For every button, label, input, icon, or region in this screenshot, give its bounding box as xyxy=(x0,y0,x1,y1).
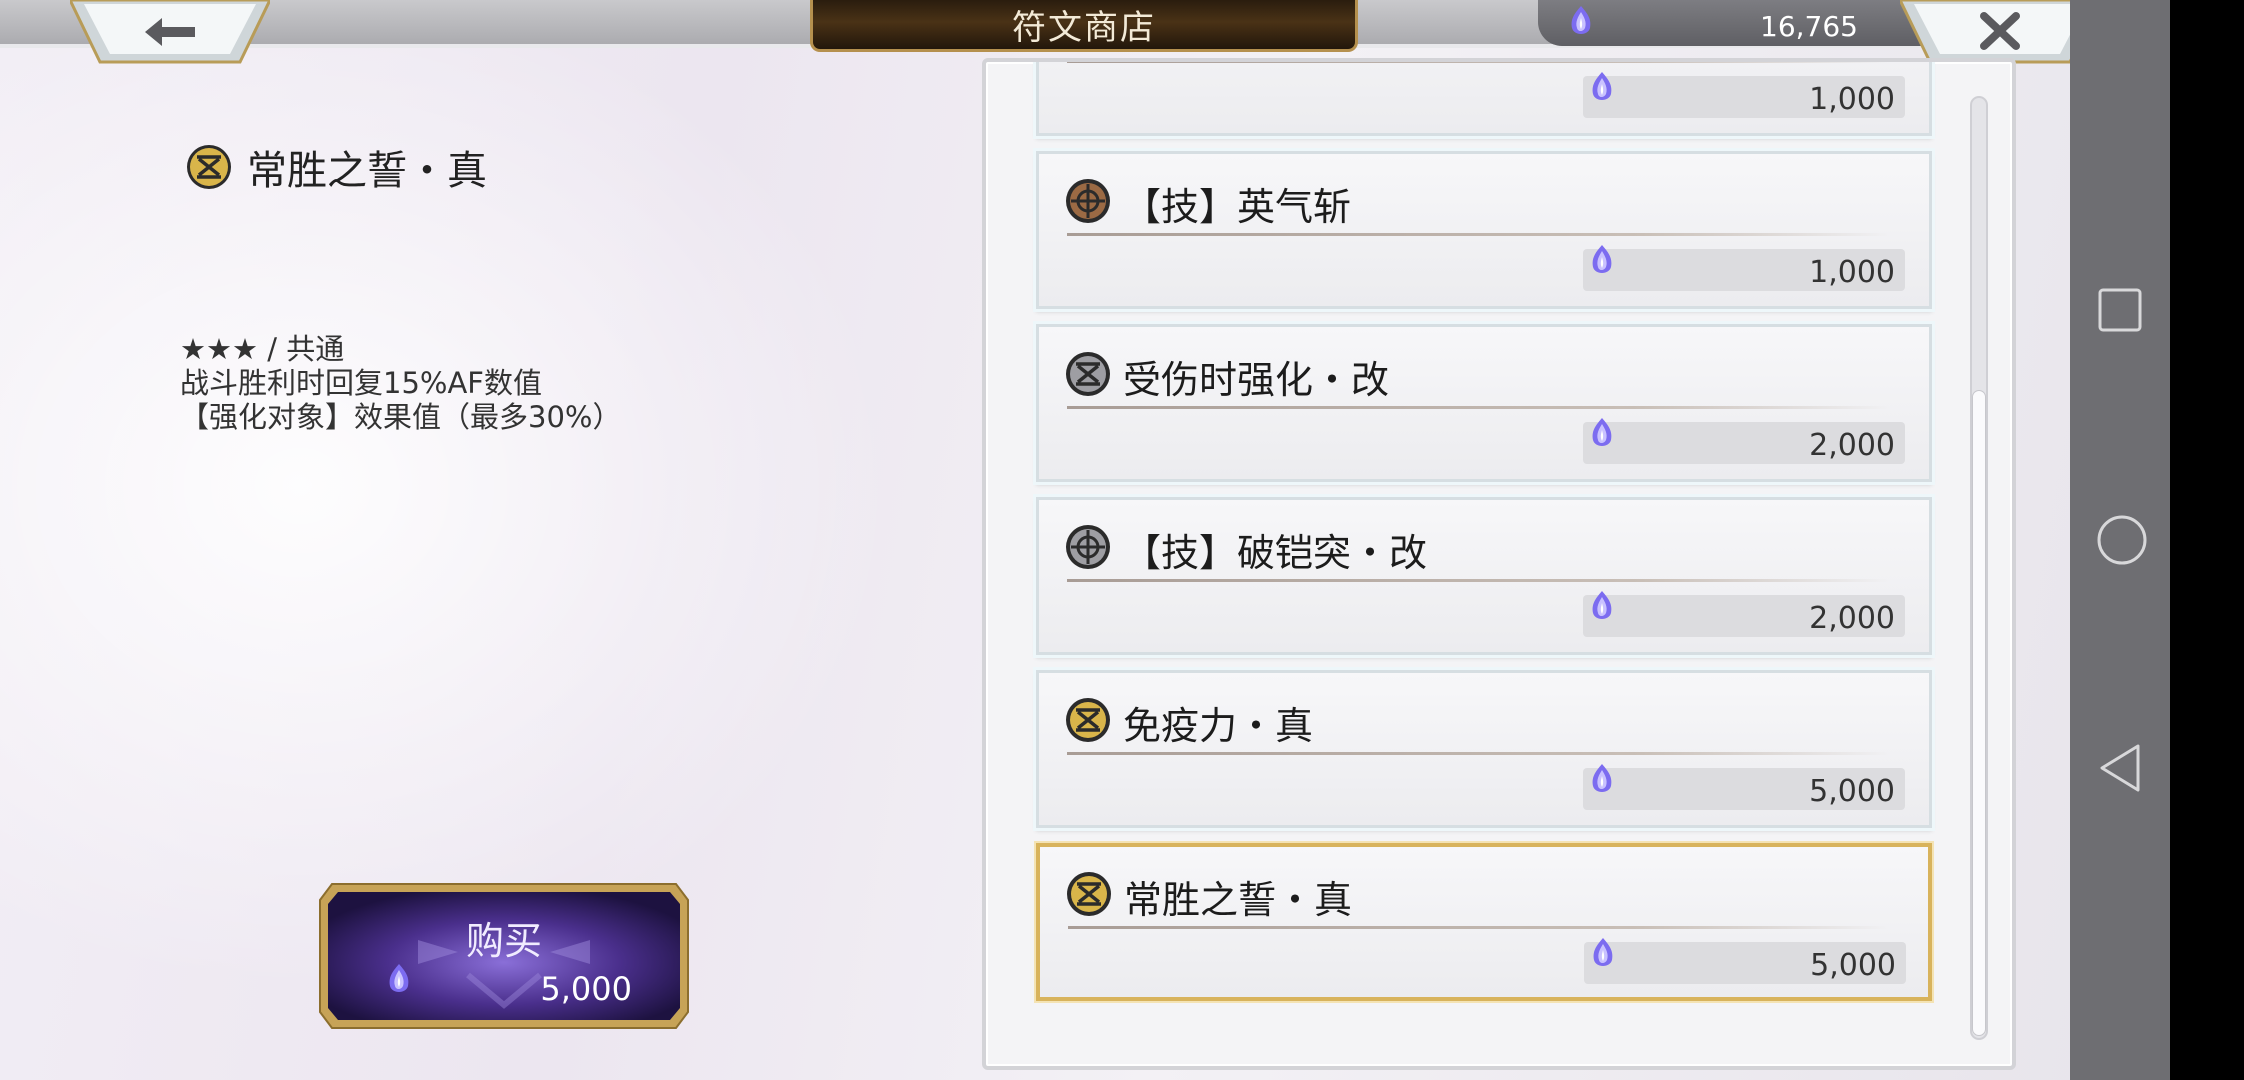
shop-item[interactable]: 【技】英气斩 1,000 xyxy=(1036,151,1932,309)
divider xyxy=(1067,233,1889,236)
currency-amount: 16,765 xyxy=(1760,10,1858,43)
crystal-icon xyxy=(1593,938,1613,966)
detail-title: 常胜之誓・真 xyxy=(185,138,487,196)
shop-item-name: 常胜之誓・真 xyxy=(1124,878,1353,922)
shop-item-price: 2,000 xyxy=(1583,418,1905,464)
shop-item-price: 2,000 xyxy=(1583,591,1905,637)
shop-item-price-value: 2,000 xyxy=(1809,428,1895,463)
shop-item[interactable]: 受伤时强化・改 2,000 xyxy=(1036,324,1932,482)
shop-item-price-value: 1,000 xyxy=(1809,255,1895,290)
crystal-icon xyxy=(1571,6,1591,34)
screen-edge xyxy=(2170,0,2244,1080)
system-nav-bar xyxy=(2070,0,2170,1080)
shop-item[interactable]: 1,000 xyxy=(1036,62,1932,136)
shop-item-price-value: 5,000 xyxy=(1809,774,1895,809)
rune-silver-icon xyxy=(1066,352,1110,396)
currency-display: 16,765 xyxy=(1538,0,1958,46)
divider xyxy=(1067,579,1889,582)
shop-item-price-value: 1,000 xyxy=(1809,82,1895,117)
shop-item-price: 1,000 xyxy=(1583,72,1905,118)
detail-description: ★★★ / 共通 战斗胜利时回复15%AF数值 【强化对象】效果值（最多30%） xyxy=(180,332,621,434)
crystal-icon xyxy=(1592,72,1612,100)
arrow-left-icon xyxy=(70,0,270,64)
detail-title-text: 常胜之誓・真 xyxy=(247,148,487,194)
rune-gold-icon xyxy=(1066,698,1110,742)
divider xyxy=(1067,406,1889,409)
page-title-text: 符文商店 xyxy=(1012,8,1156,48)
shop-item[interactable]: 免疫力・真 5,000 xyxy=(1036,670,1932,828)
rune-gold-icon xyxy=(1067,872,1111,916)
recent-apps-icon[interactable] xyxy=(2096,286,2144,334)
shop-item-price-value: 2,000 xyxy=(1809,601,1895,636)
shop-item[interactable]: 【技】破铠突・改 2,000 xyxy=(1036,497,1932,655)
divider xyxy=(1068,926,1888,929)
crystal-icon xyxy=(1592,245,1612,273)
shop-item-selected[interactable]: 常胜之誓・真 5,000 xyxy=(1036,843,1932,1001)
crystal-icon xyxy=(1592,764,1612,792)
shop-item-name: 免疫力・真 xyxy=(1123,704,1314,748)
rune-silver-icon xyxy=(1066,525,1110,569)
home-icon[interactable] xyxy=(2096,514,2148,566)
rune-bronze-icon xyxy=(1066,179,1110,223)
back-nav-icon[interactable] xyxy=(2096,742,2144,794)
shop-item-price: 1,000 xyxy=(1583,245,1905,291)
buy-button-price: 5,000 xyxy=(540,970,632,1008)
shop-item-name: 【技】破铠突・改 xyxy=(1123,531,1428,575)
crystal-icon xyxy=(1592,418,1612,446)
crystal-icon xyxy=(1592,591,1612,619)
detail-effect-line: 战斗胜利时回复15%AF数值 xyxy=(180,366,542,400)
shop-item-price: 5,000 xyxy=(1584,938,1906,984)
divider xyxy=(1067,62,1889,63)
detail-target-line: 【强化对象】效果值（最多30%） xyxy=(180,400,622,434)
shop-item-name: 【技】英气斩 xyxy=(1123,185,1352,229)
shop-item-name: 受伤时强化・改 xyxy=(1123,358,1390,402)
rune-gold-icon xyxy=(187,145,231,189)
divider xyxy=(1067,752,1889,755)
page-title: 符文商店 xyxy=(810,0,1358,52)
detail-rarity: ★★★ / 共通 xyxy=(180,332,345,366)
back-button[interactable] xyxy=(70,0,270,66)
crystal-icon xyxy=(389,964,409,992)
shop-item-price-value: 5,000 xyxy=(1810,948,1896,983)
buy-button-label: 购买 xyxy=(465,919,542,963)
shop-item-list: 1,000 【技】英气斩 1,000 受伤时强化・改 2,000 【技】破铠突・… xyxy=(1036,62,1932,1016)
scrollbar-thumb[interactable] xyxy=(1972,390,1986,1036)
buy-button[interactable]: 购买 5,000 xyxy=(318,880,690,1032)
shop-item-price: 5,000 xyxy=(1583,764,1905,810)
shop-list-panel[interactable]: 1,000 【技】英气斩 1,000 受伤时强化・改 2,000 【技】破铠突・… xyxy=(982,58,2016,1070)
